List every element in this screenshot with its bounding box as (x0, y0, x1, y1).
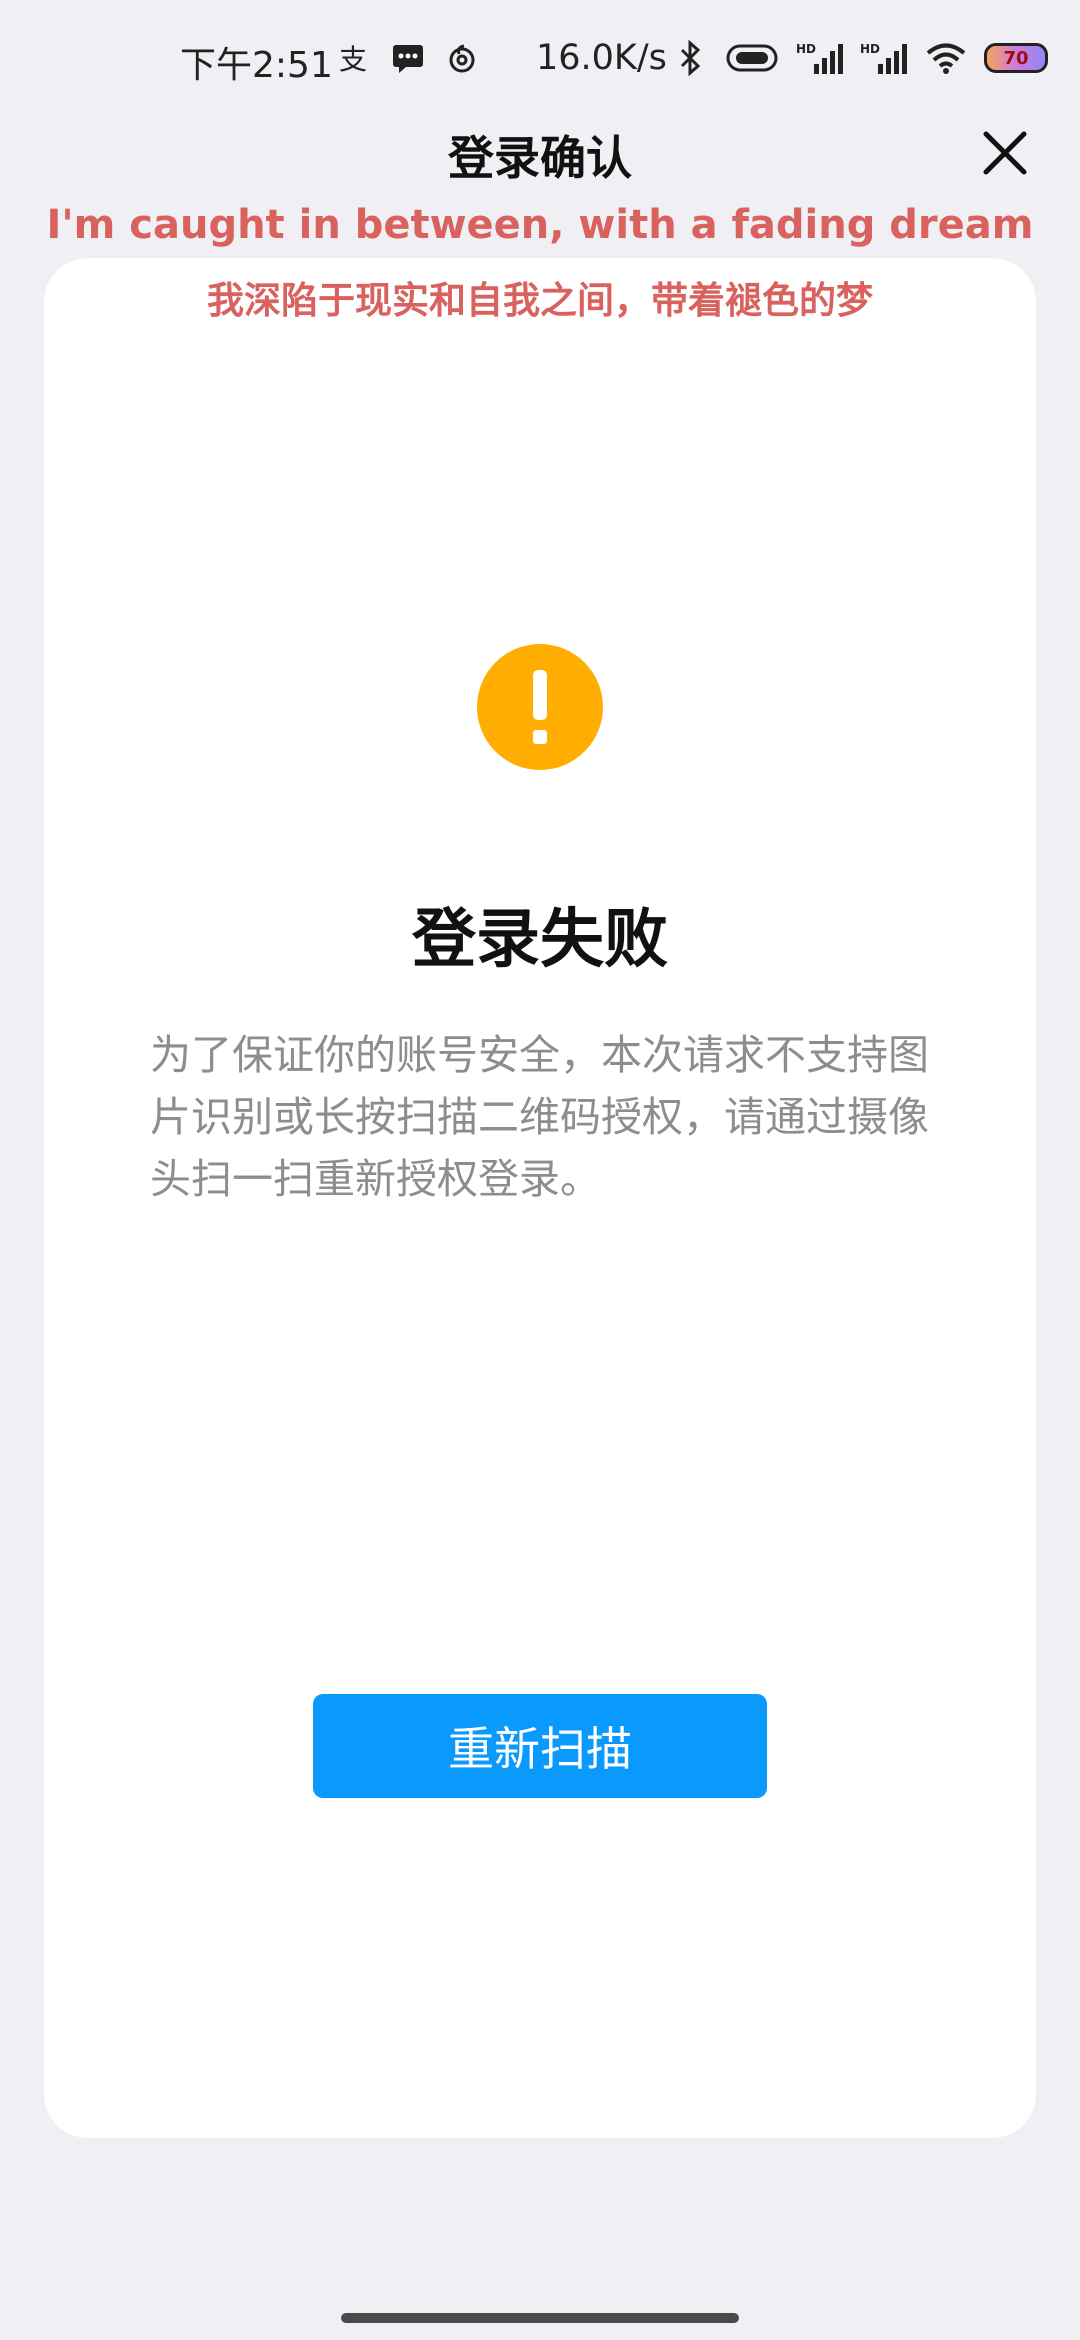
status-notification-icons: 支 (336, 40, 480, 76)
result-card: 登录失败 为了保证你的账号安全，本次请求不支持图片识别或长按扫描二维码授权，请通… (44, 258, 1036, 2138)
svg-text:支: 支 (339, 43, 367, 75)
bluetooth-icon (672, 40, 708, 76)
rescan-button[interactable]: 重新扫描 (313, 1694, 767, 1798)
page-title: 登录确认 (448, 131, 632, 185)
battery-level: 70 (1003, 47, 1029, 69)
result-title: 登录失败 (412, 903, 668, 977)
network-speed: 16.0K/s (536, 38, 667, 78)
status-system-icons: HD HD 70 (672, 40, 1048, 76)
vibrate-icon (724, 40, 780, 76)
message-icon (390, 40, 426, 76)
netease-music-icon (444, 40, 480, 76)
lyric-chinese-line: 我深陷于现实和自我之间，带着褪色的梦 (207, 279, 873, 322)
signal-hd-1-icon: HD (796, 40, 844, 76)
home-indicator[interactable] (341, 2313, 739, 2323)
warning-icon (477, 644, 603, 770)
wifi-icon (924, 40, 968, 76)
svg-text:HD: HD (796, 42, 816, 56)
close-button[interactable] (972, 120, 1038, 186)
status-bar: 下午2:51 支 16.0K/s HD HD 70 (0, 0, 1080, 120)
signal-hd-2-icon: HD (860, 40, 908, 76)
result-description: 为了保证你的账号安全，本次请求不支持图片识别或长按扫描二维码授权，请通过摄像头扫… (150, 1031, 929, 1203)
alipay-icon: 支 (336, 40, 372, 76)
lyric-english-line: I'm caught in between, with a fading dre… (46, 202, 1034, 248)
svg-text:HD: HD (860, 42, 880, 56)
battery-icon: 70 (984, 43, 1048, 73)
close-icon (983, 131, 1027, 175)
status-time: 下午2:51 (180, 45, 333, 86)
